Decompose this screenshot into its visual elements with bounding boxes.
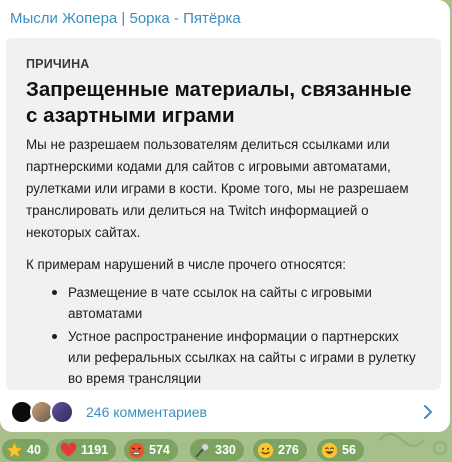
reaction-star[interactable]: 40 bbox=[2, 439, 49, 461]
reaction-count: 1191 bbox=[81, 443, 109, 457]
reaction-laughing[interactable]: 56 bbox=[317, 439, 364, 461]
angry-face-icon bbox=[128, 442, 145, 458]
examples-list: Размещение в чате ссылок на сайты с игро… bbox=[50, 282, 420, 391]
reason-label: ПРИЧИНА bbox=[26, 57, 90, 71]
message-bubble: Мысли Жопера | 5орка - Пятёрка ПРИЧИНА З… bbox=[0, 0, 450, 432]
commenter-avatars bbox=[10, 400, 80, 424]
chevron-right-icon[interactable] bbox=[420, 404, 436, 420]
list-item-text: Устное распространение информации о парт… bbox=[68, 329, 416, 386]
reaction-count: 574 bbox=[149, 443, 170, 457]
list-item-text: Размещение в чате ссылок на сайты с игро… bbox=[68, 285, 372, 321]
list-item: Размещение в чате ссылок на сайты с игро… bbox=[50, 282, 420, 324]
star-icon bbox=[6, 441, 23, 458]
reaction-angry[interactable]: 574 bbox=[124, 439, 178, 461]
list-item: Устное распространение информации о парт… bbox=[50, 326, 420, 389]
reaction-grin[interactable]: 276 bbox=[253, 439, 307, 461]
reaction-heart[interactable]: 1191 bbox=[56, 439, 117, 461]
comments-button[interactable]: 246 комментариев bbox=[0, 394, 450, 430]
reason-heading: Запрещенные материалы, связанные с азарт… bbox=[26, 78, 412, 127]
reaction-count: 276 bbox=[278, 443, 299, 457]
reaction-count: 330 bbox=[215, 443, 236, 457]
reaction-microphone[interactable]: 330 bbox=[190, 439, 244, 461]
screenshot-card: ПРИЧИНА Запрещенные материалы, связанные… bbox=[6, 38, 441, 390]
microphone-icon bbox=[195, 442, 209, 457]
reactions-bar: 40 1191 574 330 276 56 bbox=[2, 439, 452, 461]
laughing-face-icon bbox=[321, 442, 338, 458]
reason-paragraph: Мы не разрешаем пользователям делиться с… bbox=[26, 137, 409, 240]
avatar bbox=[50, 400, 74, 424]
heart-icon bbox=[60, 442, 77, 456]
grin-face-icon bbox=[257, 442, 274, 458]
bullet-dot bbox=[52, 290, 57, 295]
channel-title[interactable]: Мысли Жопера | 5орка - Пятёрка bbox=[10, 10, 241, 27]
examples-intro: К примерам нарушений в числе прочего отн… bbox=[26, 257, 346, 272]
reaction-count: 40 bbox=[27, 443, 41, 457]
reaction-count: 56 bbox=[342, 443, 356, 457]
comments-count-label[interactable]: 246 комментариев bbox=[86, 404, 207, 420]
bullet-dot bbox=[52, 334, 57, 339]
